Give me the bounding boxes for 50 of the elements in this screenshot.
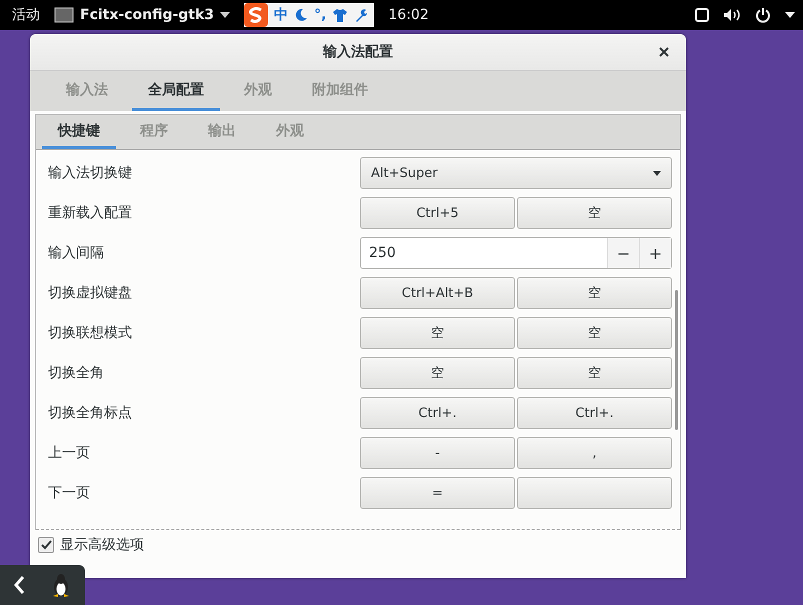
- app-menu-label[interactable]: Fcitx-config-gtk3: [80, 7, 214, 23]
- shortcut-button[interactable]: =: [360, 477, 515, 509]
- row-label: 下一页: [48, 484, 91, 502]
- tab[interactable]: 全局配置: [132, 71, 220, 111]
- shortcut-button[interactable]: Ctrl+.: [517, 397, 672, 429]
- punctuation-label: °,: [314, 7, 326, 23]
- shortcut-button[interactable]: ,: [517, 437, 672, 469]
- number-input[interactable]: 250: [361, 238, 607, 268]
- row-label: 输入间隔: [48, 244, 105, 262]
- wrench-icon: [354, 8, 368, 22]
- row-label: 切换虚拟键盘: [48, 284, 133, 302]
- moon-icon: [294, 8, 308, 22]
- tab[interactable]: 快捷键: [42, 115, 116, 149]
- row-label: 重新载入配置: [48, 204, 133, 222]
- shortcut-button[interactable]: Ctrl+5: [360, 197, 515, 229]
- shortcut-button[interactable]: 空: [517, 317, 672, 349]
- caret-icon: [653, 170, 661, 176]
- row-label: 上一页: [48, 444, 91, 462]
- decrement-button[interactable]: −: [607, 238, 639, 268]
- caret-icon[interactable]: [785, 12, 795, 18]
- shortcut-button[interactable]: Ctrl+.: [360, 397, 515, 429]
- dropdown[interactable]: Alt+Super: [360, 157, 672, 189]
- increment-button[interactable]: +: [639, 238, 671, 268]
- row-label: 切换联想模式: [48, 324, 133, 342]
- sogou-logo-icon: [244, 3, 268, 27]
- window-title: 输入法配置: [323, 43, 393, 61]
- ime-tray[interactable]: 中 °,: [244, 3, 374, 27]
- row-label: 切换全角: [48, 364, 105, 382]
- checkbox-label: 显示高级选项: [60, 536, 144, 554]
- shortcut-button[interactable]: 空: [360, 357, 515, 389]
- shortcut-button[interactable]: -: [360, 437, 515, 469]
- row-label: 切换全角标点: [48, 404, 133, 422]
- shortcut-button[interactable]: 空: [517, 277, 672, 309]
- activities-button[interactable]: 活动: [12, 6, 40, 24]
- clock[interactable]: 16:02: [388, 7, 429, 23]
- shortcut-button[interactable]: 空: [517, 357, 672, 389]
- shortcut-button[interactable]: 空: [360, 317, 515, 349]
- checkbox[interactable]: [38, 537, 54, 553]
- shortcut-button[interactable]: 空: [517, 197, 672, 229]
- caret-icon: [220, 12, 230, 18]
- row-label: 输入法切换键: [48, 164, 133, 182]
- screen-icon[interactable]: [695, 8, 709, 22]
- power-icon[interactable]: [755, 7, 771, 23]
- spin-field[interactable]: 250 − +: [360, 237, 672, 269]
- volume-icon[interactable]: [723, 8, 741, 22]
- scrollbar-thumb[interactable]: [675, 290, 678, 430]
- shortcut-button[interactable]: Ctrl+Alt+B: [360, 277, 515, 309]
- shirt-icon: [332, 8, 348, 22]
- ime-mode-label: 中: [274, 6, 288, 24]
- window-icon: [54, 7, 74, 23]
